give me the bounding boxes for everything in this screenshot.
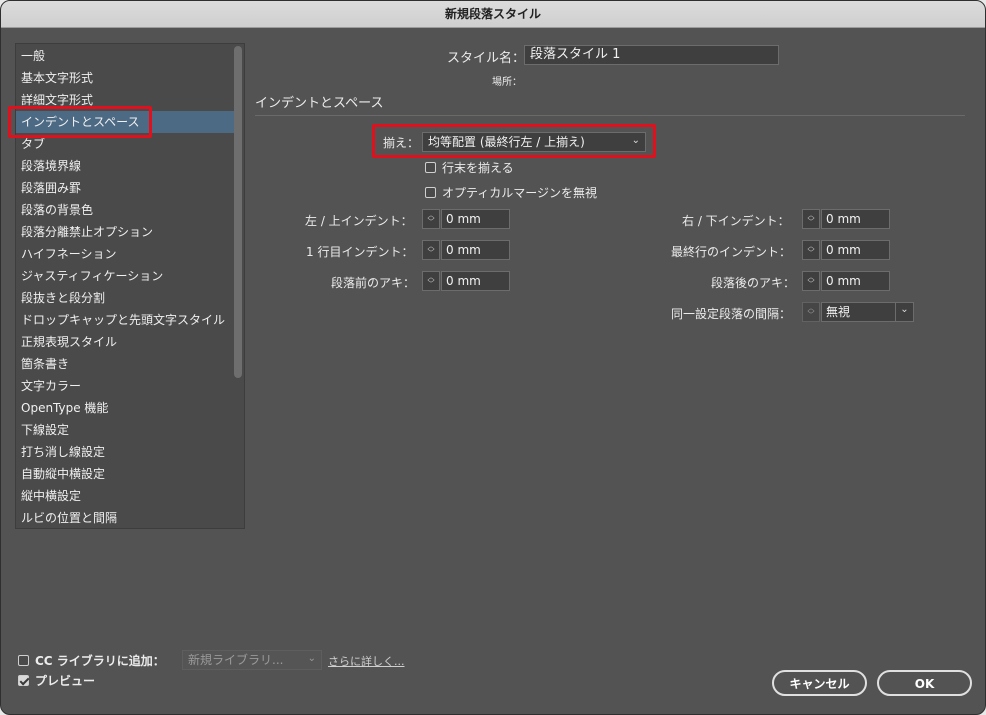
sidebar-scrollbar[interactable] bbox=[233, 44, 244, 528]
sidebar-item[interactable]: インデントとスペース bbox=[16, 111, 234, 133]
first-line-indent-input[interactable]: 0 mm bbox=[441, 240, 510, 260]
sidebar-item[interactable]: ジャスティフィケーション bbox=[16, 265, 234, 287]
stepper-arrows-icon[interactable]: ︿ ﹀ bbox=[422, 209, 440, 229]
sidebar-item[interactable]: 箇条書き bbox=[16, 353, 234, 375]
space-after-input[interactable]: 0 mm bbox=[821, 271, 890, 291]
stepper-arrows-icon[interactable]: ︿ ﹀ bbox=[422, 240, 440, 260]
same-style-spacing-input[interactable]: 無視 bbox=[821, 302, 896, 322]
cc-library-dropdown[interactable]: 新規ライブラリ... ⌄ bbox=[182, 650, 322, 670]
stepper-arrows-icon[interactable]: ︿ ﹀ bbox=[802, 240, 820, 260]
same-style-spacing-label: 同一設定段落の間隔： bbox=[671, 307, 792, 321]
space-after-label: 段落後のアキ： bbox=[711, 276, 796, 290]
left-indent-label: 左 / 上インデント： bbox=[305, 214, 413, 228]
sidebar-item[interactable]: ルビの位置と間隔 bbox=[16, 507, 234, 528]
cancel-button[interactable]: キャンセル bbox=[772, 670, 867, 696]
dialog-title: 新規段落スタイル bbox=[1, 1, 985, 28]
sidebar-item[interactable]: 一般 bbox=[16, 45, 234, 67]
sidebar-item[interactable]: ハイフネーション bbox=[16, 243, 234, 265]
space-before-input[interactable]: 0 mm bbox=[441, 271, 510, 291]
cc-library-checkbox[interactable] bbox=[18, 655, 29, 666]
last-line-indent-label: 最終行のインデント： bbox=[671, 245, 792, 259]
cc-library-dropdown-value: 新規ライブラリ... bbox=[188, 653, 284, 667]
stepper-arrows-icon[interactable]: ︿ ﹀ bbox=[802, 271, 820, 291]
location-label: 場所： bbox=[492, 77, 522, 88]
align-line-end-label: 行末を揃える bbox=[442, 161, 514, 175]
style-name-input[interactable]: 段落スタイル 1 bbox=[524, 45, 779, 65]
first-line-indent-label: 1 行目インデント： bbox=[306, 245, 414, 259]
chevron-down-icon: ⌄ bbox=[900, 304, 909, 315]
sidebar-item[interactable]: ドロップキャップと先頭文字スタイル bbox=[16, 309, 234, 331]
align-dropdown[interactable]: 均等配置 (最終行左 / 上揃え) ⌄ bbox=[422, 132, 646, 152]
section-title: インデントとスペース bbox=[255, 96, 384, 111]
sidebar-item[interactable]: 段落境界線 bbox=[16, 155, 234, 177]
sidebar-item[interactable]: 自動縦中横設定 bbox=[16, 463, 234, 485]
optical-margin-checkbox[interactable] bbox=[425, 187, 436, 198]
right-indent-label: 右 / 下インデント： bbox=[682, 214, 790, 228]
sidebar-scroll-thumb[interactable] bbox=[234, 46, 242, 378]
sidebar-item[interactable]: 正規表現スタイル bbox=[16, 331, 234, 353]
stepper-arrows-icon[interactable]: ︿ ﹀ bbox=[422, 271, 440, 291]
sidebar-item[interactable]: 文字カラー bbox=[16, 375, 234, 397]
sidebar-item[interactable]: OpenType 機能 bbox=[16, 397, 234, 419]
stepper-arrows-icon[interactable]: ︿ ﹀ bbox=[802, 302, 820, 322]
space-before-label: 段落前のアキ： bbox=[331, 276, 416, 290]
more-info-link[interactable]: さらに詳しく... bbox=[328, 653, 405, 669]
sidebar-item[interactable]: 段落の背景色 bbox=[16, 199, 234, 221]
sidebar-item[interactable]: 基本文字形式 bbox=[16, 67, 234, 89]
optical-margin-label: オプティカルマージンを無視 bbox=[442, 186, 598, 200]
sidebar-item[interactable]: 段抜きと段分割 bbox=[16, 287, 234, 309]
dialog-window: 新規段落スタイル 一般 基本文字形式 詳細文字形式 インデントとスペース タブ 段落境界線… bbox=[0, 0, 986, 715]
same-style-spacing-dropdown[interactable]: ⌄ bbox=[895, 302, 914, 322]
left-indent-input[interactable]: 0 mm bbox=[441, 209, 510, 229]
preview-label: プレビュー bbox=[35, 674, 96, 688]
sidebar-item[interactable]: 縦中横設定 bbox=[16, 485, 234, 507]
category-list[interactable]: 一般 基本文字形式 詳細文字形式 インデントとスペース タブ 段落境界線 段落囲み罫 段落の背… bbox=[15, 43, 245, 529]
sidebar-item[interactable]: タブ bbox=[16, 133, 234, 155]
sidebar-item[interactable]: 打ち消し線設定 bbox=[16, 441, 234, 463]
section-divider bbox=[255, 115, 965, 116]
align-label: 揃え： bbox=[383, 136, 420, 150]
last-line-indent-input[interactable]: 0 mm bbox=[821, 240, 890, 260]
chevron-down-icon: ⌄ bbox=[631, 135, 640, 146]
same-style-spacing-combo[interactable]: ︿ ﹀ 無視 ⌄ bbox=[802, 302, 914, 322]
align-dropdown-value: 均等配置 (最終行左 / 上揃え) bbox=[428, 135, 585, 149]
sidebar-item[interactable]: 段落分離禁止オプション bbox=[16, 221, 234, 243]
chevron-down-icon: ⌄ bbox=[307, 653, 316, 664]
preview-checkbox[interactable] bbox=[18, 675, 29, 686]
stepper-arrows-icon[interactable]: ︿ ﹀ bbox=[802, 209, 820, 229]
sidebar-item[interactable]: 段落囲み罫 bbox=[16, 177, 234, 199]
sidebar-item[interactable]: 下線設定 bbox=[16, 419, 234, 441]
sidebar-item[interactable]: 詳細文字形式 bbox=[16, 89, 234, 111]
align-line-end-checkbox[interactable] bbox=[425, 162, 436, 173]
right-indent-input[interactable]: 0 mm bbox=[821, 209, 890, 229]
ok-button[interactable]: OK bbox=[877, 670, 972, 696]
cc-library-label: CC ライブラリに追加： bbox=[35, 654, 165, 668]
style-name-label: スタイル名： bbox=[447, 51, 526, 66]
